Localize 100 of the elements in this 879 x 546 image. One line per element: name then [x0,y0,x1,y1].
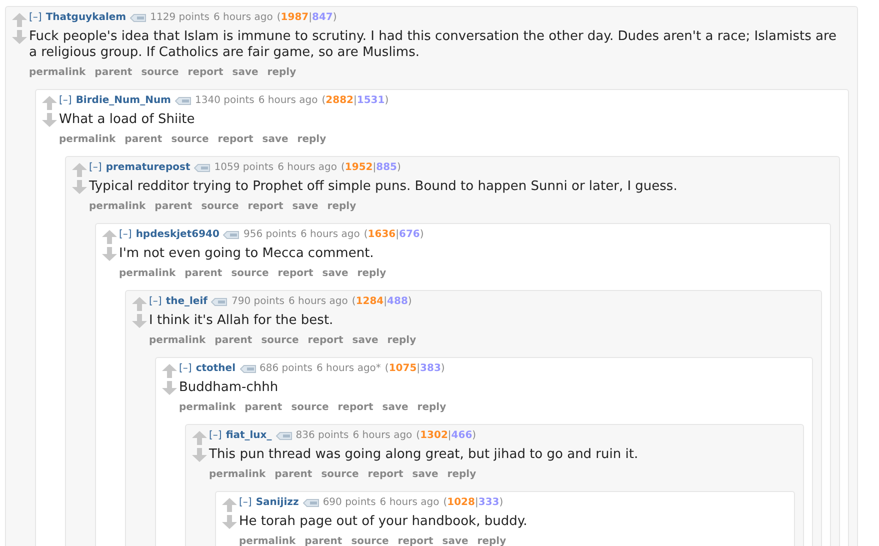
tag-icon[interactable] [174,97,191,105]
collapse-toggle[interactable]: [–] [59,93,72,109]
action-link[interactable]: source [321,467,359,482]
action-link[interactable]: report [278,266,314,281]
action-link[interactable]: parent [214,333,252,348]
downvote-arrow-icon[interactable] [12,30,26,44]
collapse-toggle[interactable]: [–] [149,294,162,310]
author-link[interactable]: hpdeskjet6940 [136,227,220,243]
action-link[interactable]: report [188,65,224,80]
action-link[interactable]: source [351,534,389,546]
action-link[interactable]: report [248,199,284,214]
downvote-arrow-icon[interactable] [102,247,116,261]
collapse-toggle[interactable]: [–] [179,361,192,377]
author-link[interactable]: prematurepost [106,160,190,176]
timestamp: 6 hours ago [352,429,412,443]
action-link[interactable]: source [261,333,299,348]
action-link[interactable]: parent [304,534,342,546]
action-link[interactable]: save [382,400,408,415]
action-link[interactable]: report [398,534,434,546]
action-link[interactable]: source [141,65,179,80]
action-link[interactable]: save [412,467,438,482]
author-link[interactable]: Sanijizz [256,495,299,511]
action-link[interactable]: parent [184,266,222,281]
comment-text: He torah page out of your handbook, buddy. [239,514,528,530]
tag-icon[interactable] [194,164,210,172]
upvote-arrow-icon[interactable] [102,230,116,244]
action-link[interactable]: permalink [89,199,146,214]
collapse-toggle[interactable]: [–] [209,428,222,444]
action-link[interactable]: parent [154,199,192,214]
action-link[interactable]: reply [387,333,416,348]
vote-breakdown: (1952|885) [341,161,401,175]
action-link[interactable]: report [338,400,374,415]
action-link[interactable]: save [262,132,288,147]
action-link[interactable]: permalink [59,132,116,147]
tag-icon[interactable] [240,365,256,373]
timestamp: 6 hours ago [258,94,318,108]
tag-icon[interactable] [130,14,146,22]
action-link[interactable]: permalink [119,266,176,281]
action-link[interactable]: reply [267,65,296,80]
upvote-arrow-icon[interactable] [72,163,86,177]
timestamp: 6 hours ago [380,496,440,510]
author-link[interactable]: Birdie_Num_Num [76,93,171,109]
action-link[interactable]: source [201,199,239,214]
action-link[interactable]: save [292,199,318,214]
comment-text: I'm not even going to Mecca comment. [119,246,375,262]
action-link[interactable]: reply [357,266,386,281]
tag-icon[interactable] [302,499,319,507]
action-link[interactable]: report [218,132,254,147]
action-link[interactable]: permalink [179,400,236,415]
author-link[interactable]: Thatguykalem [46,10,126,26]
action-link[interactable]: reply [297,132,326,147]
downvote-arrow-icon[interactable] [42,113,56,127]
score-text: 956 points [243,228,296,242]
downvote-arrow-icon[interactable] [132,314,146,328]
timestamp: 6 hours ago [213,11,273,25]
comment-text: Typical redditor trying to Prophet off simple puns. Bound to happen Sunni or later, I guess. [89,179,678,195]
action-link[interactable]: reply [327,199,356,214]
tag-icon[interactable] [276,432,292,440]
collapse-toggle[interactable]: [–] [89,160,102,176]
tag-icon[interactable] [223,231,240,239]
action-link[interactable]: parent [274,467,312,482]
action-link[interactable]: reply [477,534,506,546]
action-link[interactable]: reply [447,467,476,482]
upvote-arrow-icon[interactable] [132,297,146,311]
action-link[interactable]: report [368,467,404,482]
collapse-toggle[interactable]: [–] [119,227,132,243]
action-link[interactable]: parent [124,132,162,147]
collapse-toggle[interactable]: [–] [29,10,42,26]
action-link[interactable]: permalink [209,467,266,482]
upvote-arrow-icon[interactable] [162,364,176,378]
action-link[interactable]: source [171,132,209,147]
action-link[interactable]: report [308,333,344,348]
upvote-arrow-icon[interactable] [222,498,236,512]
tag-icon[interactable] [211,298,228,306]
author-link[interactable]: the_leif [166,294,208,310]
action-link[interactable]: permalink [239,534,296,546]
downvote-arrow-icon[interactable] [72,180,86,194]
vote-breakdown: (1987|847) [276,11,337,25]
action-link[interactable]: save [322,266,348,281]
author-link[interactable]: fiat_lux_ [226,428,272,444]
action-link[interactable]: reply [417,400,446,415]
action-link[interactable]: permalink [29,65,86,80]
action-link[interactable]: source [291,400,329,415]
action-link[interactable]: permalink [149,333,206,348]
collapse-toggle[interactable]: [–] [239,495,252,511]
upvote-arrow-icon[interactable] [192,431,206,445]
action-link[interactable]: source [231,266,269,281]
author-link[interactable]: ctothel [196,361,236,377]
upvote-arrow-icon[interactable] [12,13,26,27]
downvote-arrow-icon[interactable] [162,381,176,395]
action-link[interactable]: save [232,65,258,80]
downvote-arrow-icon[interactable] [222,515,236,529]
score-text: 686 points [260,362,312,376]
upvote-arrow-icon[interactable] [42,96,56,110]
action-link[interactable]: parent [94,65,132,80]
action-link[interactable]: parent [244,400,282,415]
downvote-arrow-icon[interactable] [192,448,206,462]
timestamp: 6 hours ago [278,161,338,175]
action-link[interactable]: save [352,333,378,348]
action-link[interactable]: save [442,534,468,546]
